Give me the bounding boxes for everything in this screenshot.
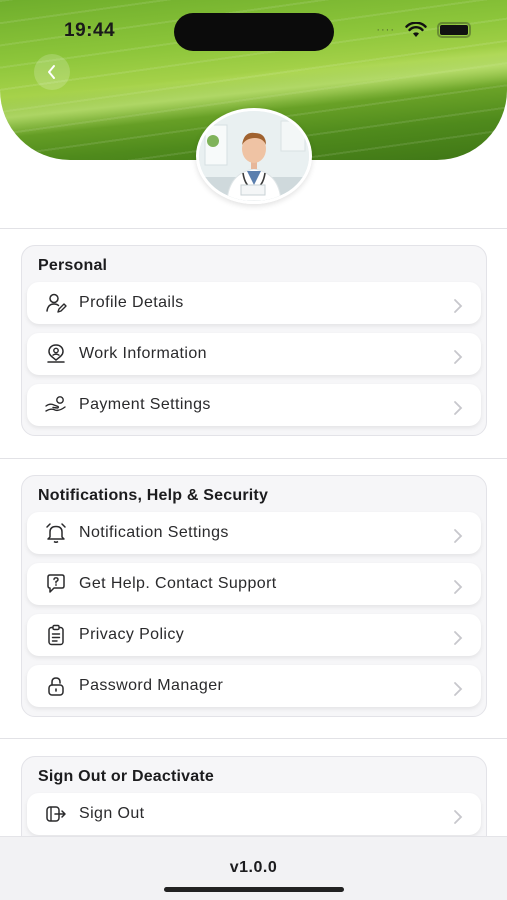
divider [0, 738, 507, 739]
alarm-bell-icon [45, 522, 67, 544]
privacy-policy-item[interactable]: Privacy Policy [27, 614, 481, 656]
chevron-right-icon [454, 682, 463, 696]
app-version: v1.0.0 [229, 859, 278, 876]
help-chat-icon [45, 573, 67, 595]
get-help-label: Get Help. Contact Support [79, 575, 277, 592]
footer: v1.0.0 [0, 836, 507, 900]
personal-section: Personal Profile Details Work Informatio… [21, 245, 487, 436]
payment-settings-label: Payment Settings [79, 396, 211, 413]
profile-details-label: Profile Details [79, 294, 184, 311]
password-manager-item[interactable]: Password Manager [27, 665, 481, 707]
chevron-right-icon [454, 350, 463, 364]
notifications-section: Notifications, Help & Security Notificat… [21, 475, 487, 717]
status-icons: ···· [376, 22, 471, 38]
chevron-right-icon [454, 580, 463, 594]
dynamic-island [174, 13, 334, 51]
chevron-right-icon [454, 810, 463, 824]
chevron-right-icon [454, 299, 463, 313]
location-user-icon [45, 343, 67, 365]
chevron-right-icon [454, 401, 463, 415]
notification-settings-item[interactable]: Notification Settings [27, 512, 481, 554]
profile-details-item[interactable]: Profile Details [27, 282, 481, 324]
divider [0, 458, 507, 459]
signal-icon: ···· [376, 24, 395, 36]
notification-settings-label: Notification Settings [79, 524, 229, 541]
work-information-item[interactable]: Work Information [27, 333, 481, 375]
section-title-personal: Personal [38, 257, 108, 274]
sign-out-icon [45, 803, 67, 825]
chevron-right-icon [454, 529, 463, 543]
divider [0, 228, 507, 229]
doctor-photo [199, 111, 309, 201]
work-information-label: Work Information [79, 345, 207, 362]
sign-out-item[interactable]: Sign Out [27, 793, 481, 835]
section-title-notifications: Notifications, Help & Security [38, 487, 269, 504]
status-time: 19:44 [64, 20, 116, 41]
wifi-icon [405, 22, 427, 37]
sign-out-label: Sign Out [79, 805, 145, 822]
chevron-left-icon [48, 65, 55, 79]
lock-icon [45, 675, 67, 697]
battery-icon [437, 22, 471, 38]
chevron-right-icon [454, 631, 463, 645]
payment-settings-item[interactable]: Payment Settings [27, 384, 481, 426]
clipboard-icon [45, 624, 67, 646]
user-edit-icon [45, 292, 67, 314]
hand-coin-icon [45, 394, 67, 416]
avatar[interactable] [196, 108, 312, 204]
back-button[interactable] [34, 54, 70, 90]
section-title-signout: Sign Out or Deactivate [38, 768, 214, 785]
get-help-item[interactable]: Get Help. Contact Support [27, 563, 481, 605]
password-manager-label: Password Manager [79, 677, 224, 694]
home-indicator[interactable] [164, 887, 344, 892]
privacy-policy-label: Privacy Policy [79, 626, 185, 643]
